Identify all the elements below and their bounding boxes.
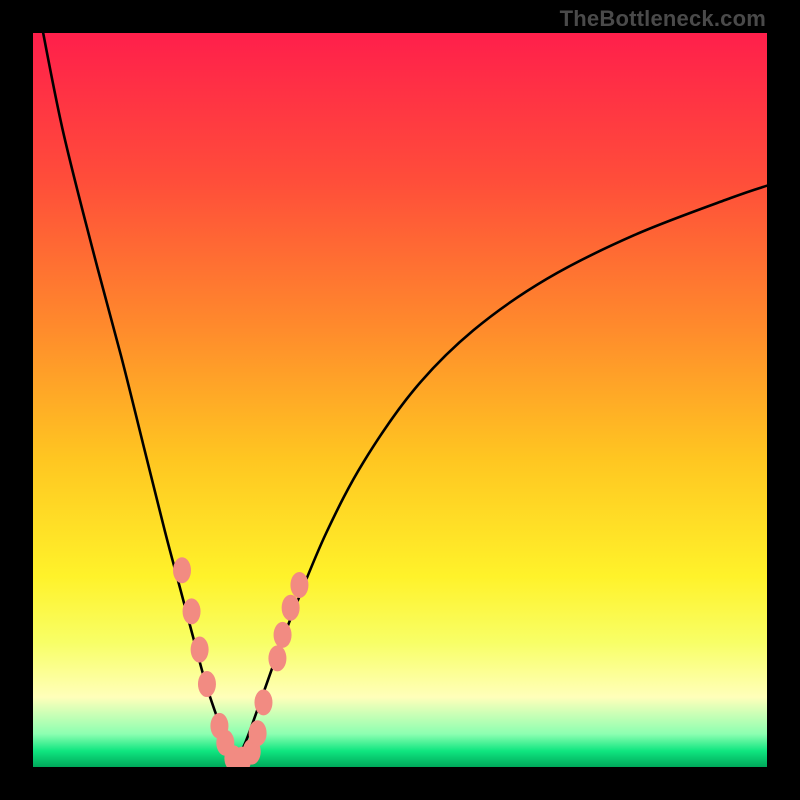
- marker-point: [268, 645, 286, 671]
- marker-point: [191, 637, 209, 663]
- marker-point: [254, 689, 272, 715]
- chart-frame: TheBottleneck.com: [0, 0, 800, 800]
- marker-point: [249, 720, 267, 746]
- marker-point: [282, 595, 300, 621]
- marker-point: [290, 572, 308, 598]
- chart-svg: [33, 33, 767, 767]
- marker-point: [198, 671, 216, 697]
- marker-point: [183, 598, 201, 624]
- marker-point: [274, 622, 292, 648]
- plot-area: [33, 33, 767, 767]
- marker-point: [173, 557, 191, 583]
- gradient-background: [33, 33, 767, 767]
- watermark-text: TheBottleneck.com: [560, 6, 766, 32]
